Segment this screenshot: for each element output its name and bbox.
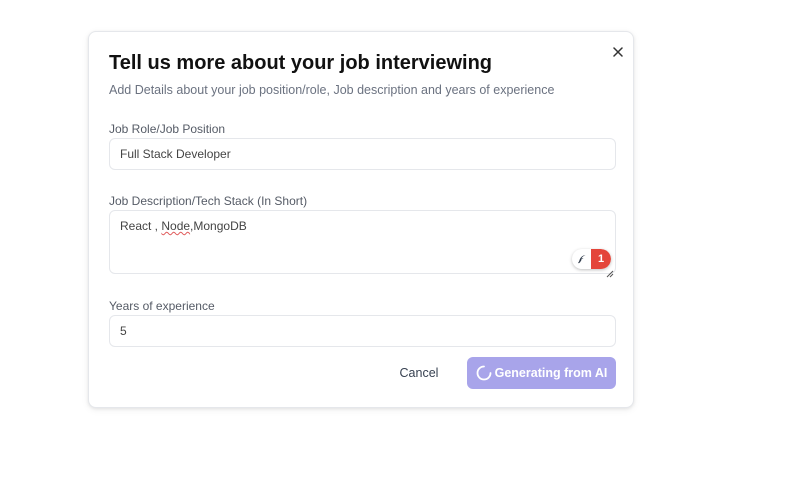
description-text-part: ,MongoDB <box>190 219 247 233</box>
job-role-input[interactable]: Full Stack Developer <box>109 138 616 170</box>
job-description-textarea[interactable]: React , Node,MongoDB <box>109 210 616 274</box>
feather-icon <box>572 249 591 269</box>
cancel-button[interactable]: Cancel <box>385 358 453 388</box>
experience-label: Years of experience <box>109 299 215 313</box>
generate-button-label: Generating from AI <box>494 366 608 380</box>
job-role-label: Job Role/Job Position <box>109 122 226 136</box>
misspelled-word[interactable]: Node <box>161 219 190 233</box>
description-text-part: React , <box>120 219 162 233</box>
dialog-subtitle: Add Details about your job position/role… <box>109 83 555 97</box>
loader-icon <box>476 365 492 381</box>
job-description-label: Job Description/Tech Stack (In Short) <box>109 194 308 208</box>
experience-input[interactable]: 5 <box>109 315 616 347</box>
generate-button[interactable]: Generating from AI <box>467 357 616 389</box>
close-button[interactable] <box>610 44 626 60</box>
resize-handle-icon[interactable] <box>606 265 614 278</box>
dialog-title: Tell us more about your job interviewing <box>109 52 493 74</box>
interview-details-dialog: Tell us more about your job interviewing… <box>88 31 634 408</box>
close-icon <box>613 47 623 57</box>
